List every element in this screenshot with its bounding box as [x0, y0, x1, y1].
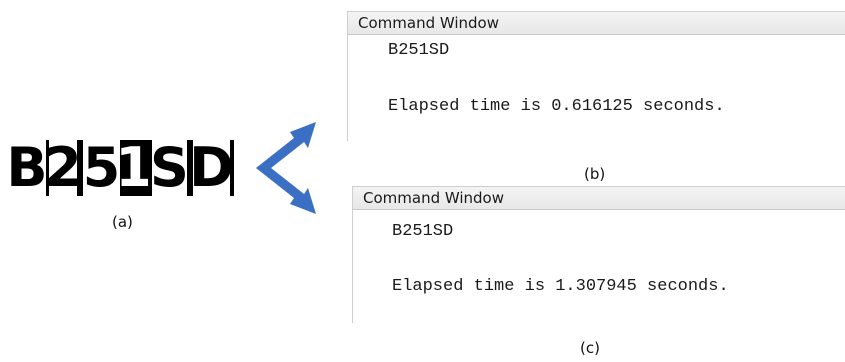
arrow-down-right-icon [256, 164, 316, 214]
plate-char-b: B [8, 140, 46, 196]
plate-char-d: D [190, 140, 234, 196]
command-window-b: Command Window B251SD Elapsed time is 0.… [347, 11, 845, 141]
command-window-title: Command Window [347, 11, 845, 35]
segmented-plate: B 2 5 1 S D [8, 140, 234, 196]
command-window-c: Command Window B251SD Elapsed time is 1.… [352, 186, 845, 323]
output-line: B251SD [388, 41, 450, 60]
caption-a: (a) [112, 213, 133, 231]
elapsed-time-line: Elapsed time is 1.307945 seconds. [392, 277, 729, 296]
elapsed-time-line: Elapsed time is 0.616125 seconds. [388, 97, 725, 116]
split-arrows-icon [256, 122, 316, 214]
caption-c: (c) [580, 339, 600, 357]
plate-char-1: 1 [120, 140, 148, 196]
plate-char-s: S [148, 140, 190, 196]
command-window-title: Command Window [352, 186, 845, 210]
command-window-gutter [353, 210, 377, 323]
plate-char-5: 5 [80, 140, 120, 196]
caption-b: (b) [584, 165, 606, 183]
command-window-gutter [348, 35, 372, 141]
plate-char-2: 2 [46, 140, 80, 196]
output-line: B251SD [392, 222, 454, 241]
